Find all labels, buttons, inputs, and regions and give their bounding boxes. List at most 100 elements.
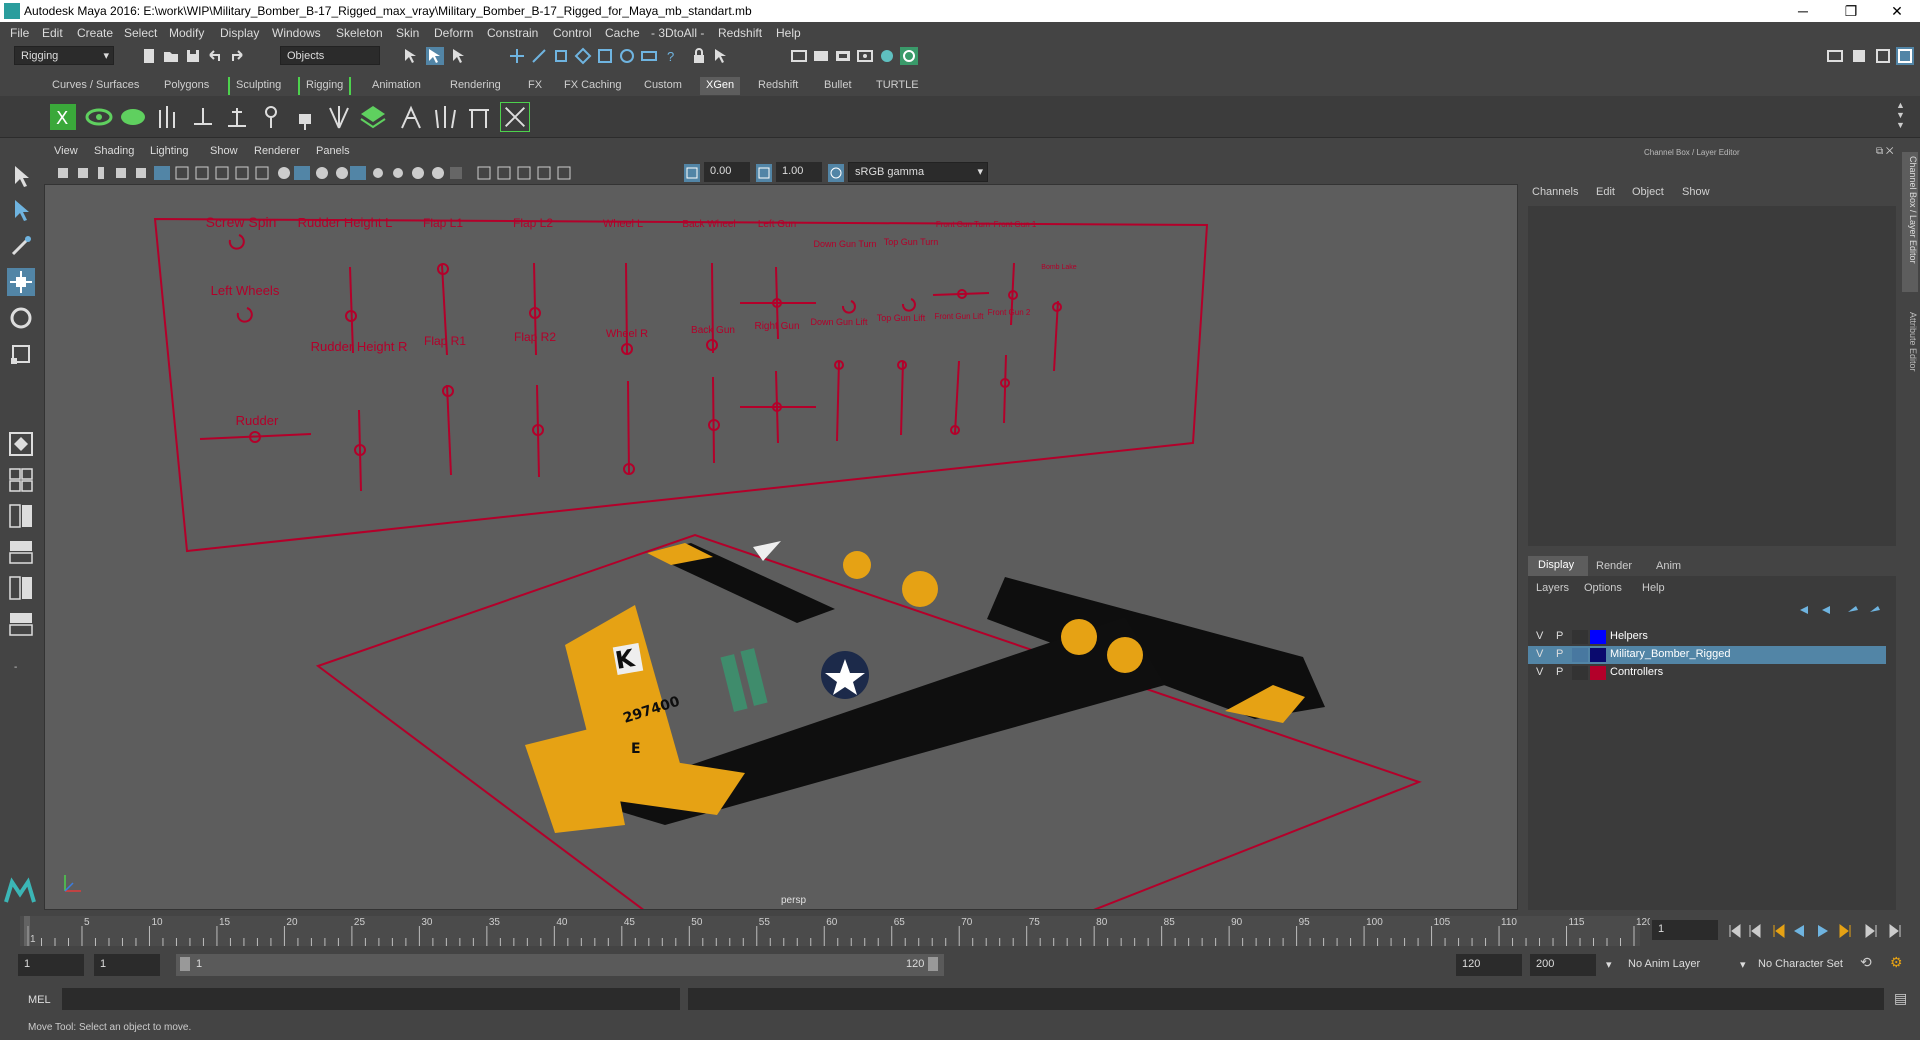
attribute-editor-toggle-icon[interactable]: [1874, 47, 1892, 65]
exposure-icon[interactable]: [684, 164, 700, 182]
layer-color-swatch[interactable]: [1590, 630, 1606, 644]
layer-playback[interactable]: P: [1556, 630, 1563, 642]
viewport-menu-renderer[interactable]: Renderer: [254, 145, 300, 157]
layer-visibility[interactable]: V: [1536, 666, 1543, 678]
layer-playback[interactable]: P: [1556, 648, 1563, 660]
xgen-rebuild-guide-icon[interactable]: [256, 102, 286, 132]
layer-tab-display[interactable]: Display: [1528, 556, 1588, 576]
workspace-icon[interactable]: [1826, 47, 1844, 65]
minimize-button[interactable]: ─: [1780, 0, 1826, 22]
new-scene-icon[interactable]: [140, 47, 158, 65]
side-tab-channel-box[interactable]: Channel Box / Layer Editor: [1902, 152, 1918, 292]
channel-box-menu-show[interactable]: Show: [1682, 186, 1710, 198]
playback-start-field[interactable]: 1: [94, 954, 160, 976]
time-slider-ruler[interactable]: 15 10 15 20 25 30 35 40 45 50 55 60 65 70 75 80 85 90 95 10…: [0, 914, 1650, 948]
snap-point-icon[interactable]: [552, 47, 570, 65]
tab-fx[interactable]: FX: [522, 77, 548, 95]
layer-menu-help[interactable]: Help: [1642, 582, 1665, 594]
paint-select-tool-icon[interactable]: [7, 232, 35, 260]
layer-menu-layers[interactable]: Layers: [1536, 582, 1569, 594]
rotate-tool-icon[interactable]: [7, 304, 35, 332]
graph-layout-icon[interactable]: [7, 574, 35, 602]
channel-box-menu-channels[interactable]: Channels: [1532, 186, 1578, 198]
layer-row-helpers[interactable]: V P Helpers: [1528, 628, 1886, 646]
xgen-sculpt-guide-icon[interactable]: [188, 102, 218, 132]
modeling-toolkit-icon[interactable]: [1850, 47, 1868, 65]
menu-control[interactable]: Control: [553, 26, 592, 40]
tab-fx-caching[interactable]: FX Caching: [558, 77, 627, 95]
snap-surface-icon[interactable]: [574, 47, 592, 65]
viewport-menu-show[interactable]: Show: [210, 145, 238, 157]
tab-animation[interactable]: Animation: [366, 77, 427, 95]
menu-constrain[interactable]: Constrain: [487, 26, 538, 40]
viewport-persp[interactable]: Screw Spin Rudder Height L Flap L1 Flap …: [44, 184, 1518, 910]
xgen-modifier-icon[interactable]: [464, 102, 494, 132]
four-view-layout-icon[interactable]: [7, 466, 35, 494]
single-view-layout-icon[interactable]: [7, 430, 35, 458]
selection-mode-dropdown[interactable]: Objects: [280, 46, 380, 65]
xgen-preview-icon[interactable]: [84, 102, 114, 132]
command-input[interactable]: [62, 988, 680, 1010]
toolbox-more-icon[interactable]: -: [14, 662, 17, 673]
viewport-menu-lighting[interactable]: Lighting: [150, 145, 189, 157]
gamma-icon[interactable]: [756, 164, 772, 182]
layer-type-box[interactable]: [1572, 630, 1588, 644]
channel-box-toggle-icon[interactable]: [1896, 47, 1914, 65]
tab-redshift[interactable]: Redshift: [752, 77, 804, 95]
ipr-render-icon[interactable]: [834, 47, 852, 65]
shelf-scroll-icon[interactable]: ▲ ▼ ▼: [1896, 100, 1905, 130]
layer-menu-options[interactable]: Options: [1584, 582, 1622, 594]
exposure-field[interactable]: 0.00: [704, 162, 750, 182]
layer-row-controllers[interactable]: V P Controllers: [1528, 664, 1886, 682]
xgen-guide-fan-icon[interactable]: [324, 102, 354, 132]
xgen-clumping-icon[interactable]: [396, 102, 426, 132]
menu-skin[interactable]: Skin: [396, 26, 419, 40]
outliner-layout-icon[interactable]: [7, 538, 35, 566]
menu-cache[interactable]: Cache: [605, 26, 640, 40]
range-slider[interactable]: 1 120: [176, 954, 944, 976]
menu-edit[interactable]: Edit: [42, 26, 63, 40]
close-button[interactable]: ✕: [1874, 0, 1920, 22]
auto-key-icon[interactable]: ⟲: [1860, 954, 1872, 971]
layer-tab-anim[interactable]: Anim: [1656, 560, 1681, 572]
maximize-button[interactable]: ❐: [1828, 0, 1874, 22]
time-slider[interactable]: 1 5 10 15 20 25 30 35 40 45 50 55 60 65 70 75 80 85 90 95 10…: [0, 914, 1920, 948]
select-tool-icon[interactable]: [7, 162, 35, 190]
colorspace-dropdown[interactable]: sRGB gamma ▾: [848, 162, 988, 182]
tab-sculpting[interactable]: Sculpting: [228, 77, 287, 95]
viewport-toolbar-icons-2[interactable]: [474, 164, 594, 182]
render-settings-icon[interactable]: [856, 47, 874, 65]
xgen-add-guide-icon[interactable]: [152, 102, 182, 132]
layer-color-swatch[interactable]: [1590, 666, 1606, 680]
menu-modify[interactable]: Modify: [169, 26, 204, 40]
tab-rigging[interactable]: Rigging: [298, 77, 352, 95]
menu-windows[interactable]: Windows: [272, 26, 321, 40]
snap-view-icon[interactable]: [618, 47, 636, 65]
history-icon[interactable]: ?: [662, 47, 680, 65]
lock-icon[interactable]: [690, 47, 708, 65]
xgen-guide-length-icon[interactable]: [222, 102, 252, 132]
layer-visibility[interactable]: V: [1536, 648, 1543, 660]
viewport-menu-shading[interactable]: Shading: [94, 145, 134, 157]
snap-distance-icon[interactable]: [640, 47, 658, 65]
move-tool-icon[interactable]: [7, 268, 35, 296]
menu-help[interactable]: Help: [776, 26, 801, 40]
tab-bullet[interactable]: Bullet: [818, 77, 858, 95]
script-editor-icon[interactable]: ▤: [1894, 990, 1907, 1007]
viewport-toolbar-icons[interactable]: [44, 164, 464, 182]
range-start-handle[interactable]: [180, 957, 190, 971]
tab-rendering[interactable]: Rendering: [444, 77, 507, 95]
xgen-editor-icon[interactable]: X: [48, 102, 78, 132]
menuset-dropdown[interactable]: Rigging ▾: [14, 46, 114, 65]
preferences-icon[interactable]: ⚙: [1890, 954, 1903, 971]
layer-type-box[interactable]: [1572, 666, 1588, 680]
command-language-label[interactable]: MEL: [28, 994, 51, 1006]
anim-layer-dropdown[interactable]: ▾ No Anim Layer: [1606, 954, 1746, 976]
two-view-layout-icon[interactable]: [7, 502, 35, 530]
xgen-utilities-icon[interactable]: [500, 102, 530, 132]
menu-select[interactable]: Select: [124, 26, 157, 40]
tab-curves-surfaces[interactable]: Curves / Surfaces: [46, 77, 145, 95]
panel-float-icon[interactable]: ⧉ ✕: [1876, 146, 1894, 157]
xgen-layers-icon[interactable]: [358, 102, 388, 132]
select-input-icon[interactable]: [712, 47, 730, 65]
